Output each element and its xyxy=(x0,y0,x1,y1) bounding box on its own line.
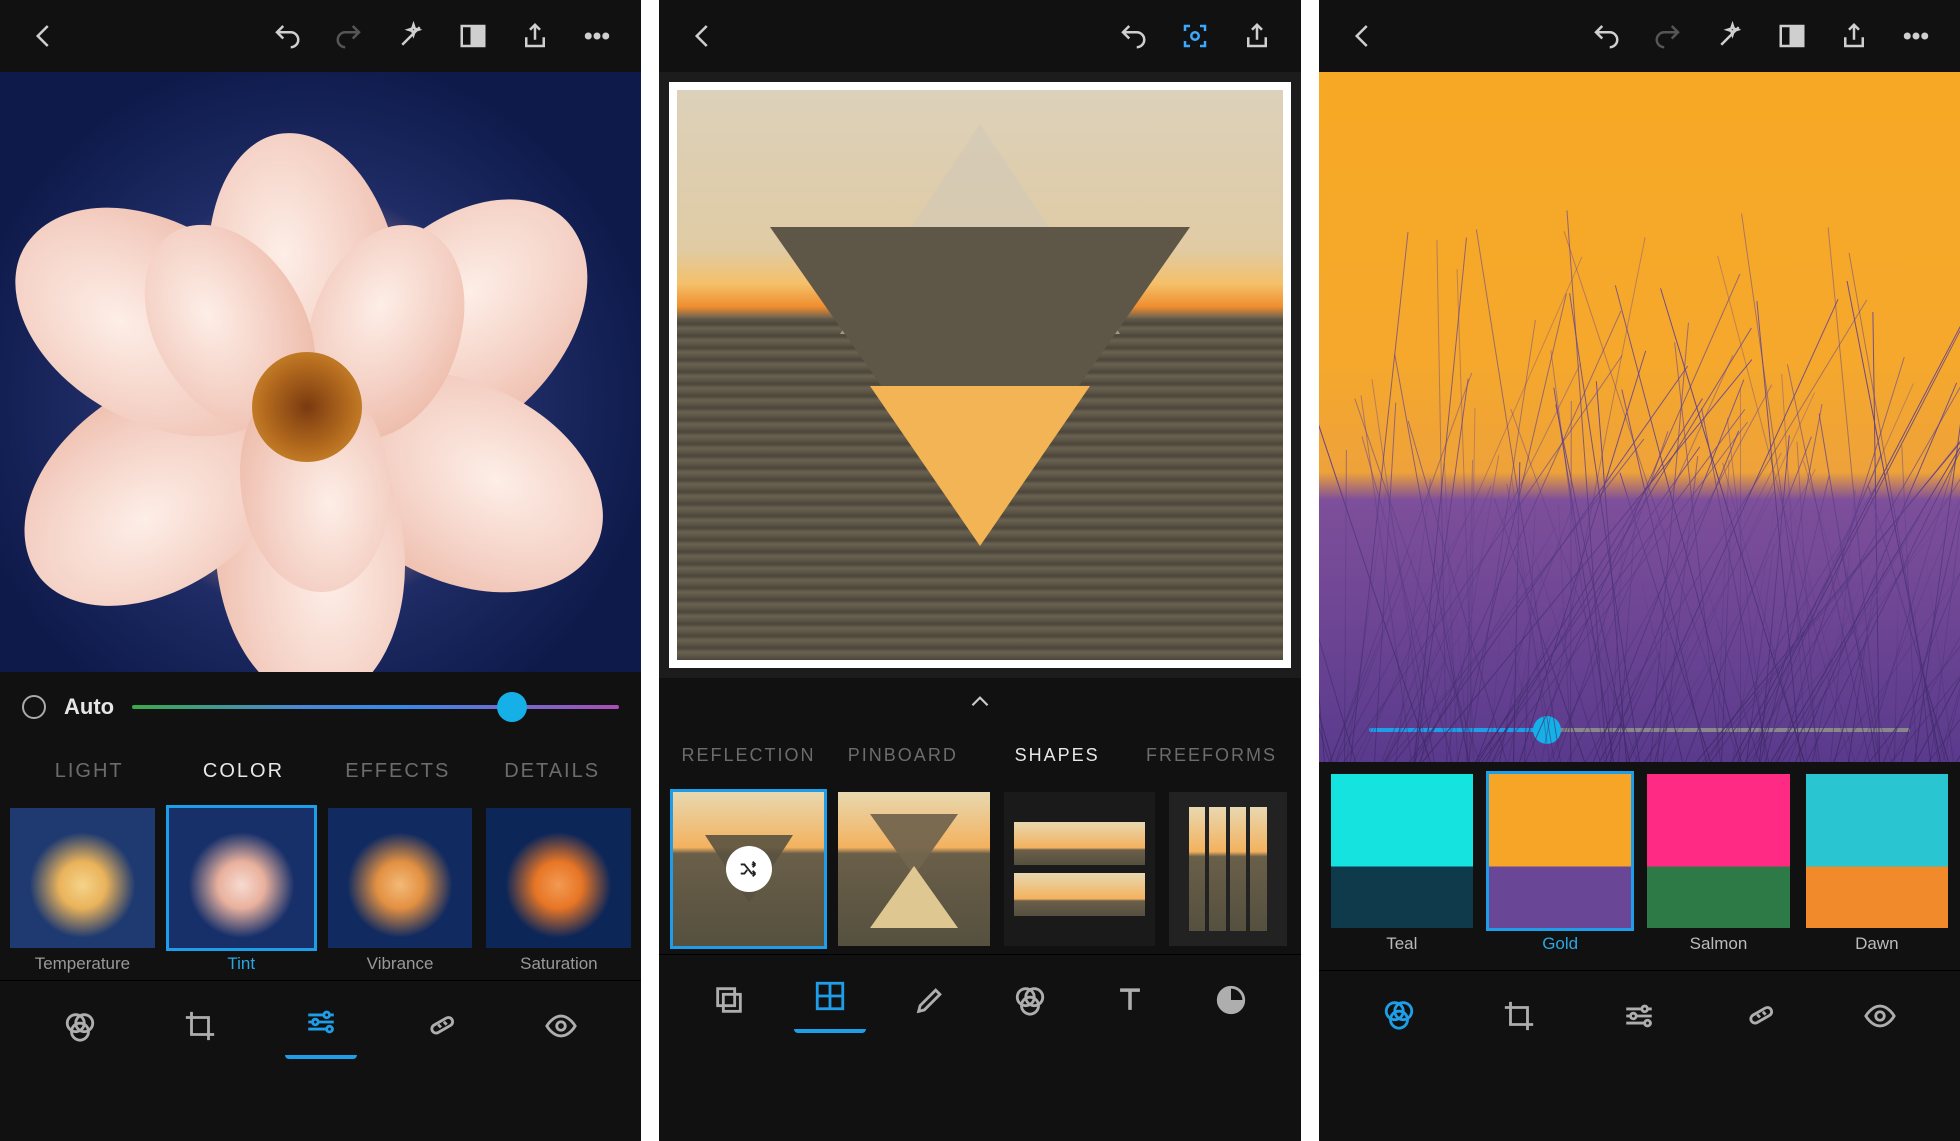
undo-button[interactable] xyxy=(1107,10,1159,62)
thumb-temperature[interactable] xyxy=(10,808,155,948)
tab-details[interactable]: DETAILS xyxy=(475,760,629,783)
thumb-vibrance[interactable] xyxy=(328,808,473,948)
share-button[interactable] xyxy=(1828,10,1880,62)
layers-button[interactable] xyxy=(693,967,765,1033)
magic-wand-button[interactable] xyxy=(385,10,437,62)
more-button[interactable] xyxy=(1890,10,1942,62)
tab-light[interactable]: LIGHT xyxy=(12,760,166,783)
back-button[interactable] xyxy=(18,10,70,62)
crop-button[interactable] xyxy=(164,993,236,1059)
panel-mixer: REFLECTION PINBOARD SHAPES FREEFORMS xyxy=(659,0,1300,1141)
topbar xyxy=(659,0,1300,72)
auto-toggle[interactable] xyxy=(22,695,46,719)
magic-wand-button[interactable] xyxy=(1704,10,1756,62)
adjust-tabs: LIGHT COLOR EFFECTS DETAILS xyxy=(0,742,641,800)
tab-pinboard[interactable]: PINBOARD xyxy=(826,745,980,766)
auto-label: Auto xyxy=(64,694,114,720)
back-button[interactable] xyxy=(1337,10,1389,62)
duotone-swatches: Teal Gold Salmon Dawn xyxy=(1319,762,1960,970)
undo-button[interactable] xyxy=(1580,10,1632,62)
mixer-canvas-wrap xyxy=(659,72,1300,678)
mixer-frame[interactable] xyxy=(669,82,1290,668)
shape-thumb-shuffle[interactable] xyxy=(673,792,824,946)
main-image[interactable] xyxy=(1319,72,1960,762)
share-button[interactable] xyxy=(509,10,561,62)
panel-duotone: Teal Gold Salmon Dawn xyxy=(1319,0,1960,1141)
auto-slider-row: Auto xyxy=(0,672,641,742)
tint-slider[interactable] xyxy=(132,705,619,709)
looks-button[interactable] xyxy=(1363,983,1435,1049)
thumb-tint[interactable] xyxy=(169,808,314,948)
looks-button[interactable] xyxy=(44,993,116,1059)
undo-button[interactable] xyxy=(261,10,313,62)
heal-button[interactable] xyxy=(1724,983,1796,1049)
tab-color[interactable]: COLOR xyxy=(166,760,320,783)
redo-button[interactable] xyxy=(323,10,375,62)
swatch-gold[interactable] xyxy=(1489,774,1631,928)
panel-color-adjust: Auto LIGHT COLOR EFFECTS DETAILS Tempera… xyxy=(0,0,641,1141)
tab-freeforms[interactable]: FREEFORMS xyxy=(1134,745,1288,766)
adjust-button[interactable] xyxy=(1603,983,1675,1049)
shape-thumbs xyxy=(659,784,1300,954)
color-thumbs: Temperature Tint Vibrance Saturation xyxy=(0,800,641,980)
crop-button[interactable] xyxy=(1483,983,1555,1049)
swatch-label: Salmon xyxy=(1690,934,1748,954)
thumb-label: Tint xyxy=(227,954,255,974)
slider-thumb[interactable] xyxy=(497,692,527,722)
tab-reflection[interactable]: REFLECTION xyxy=(671,745,825,766)
shuffle-icon xyxy=(726,846,772,892)
redo-button[interactable] xyxy=(1642,10,1694,62)
bottom-tools xyxy=(659,954,1300,1044)
thumb-saturation[interactable] xyxy=(486,808,631,948)
thumb-label: Temperature xyxy=(35,954,130,974)
shape-thumb-strips[interactable] xyxy=(1169,792,1287,946)
thumb-label: Vibrance xyxy=(367,954,434,974)
topbar xyxy=(1319,0,1960,72)
tab-shapes[interactable]: SHAPES xyxy=(980,745,1134,766)
topbar xyxy=(0,0,641,72)
redeye-button[interactable] xyxy=(525,993,597,1059)
thumb-label: Saturation xyxy=(520,954,598,974)
focus-frame-button[interactable] xyxy=(1169,10,1221,62)
compare-button[interactable] xyxy=(447,10,499,62)
swatch-label: Dawn xyxy=(1855,934,1898,954)
expand-toggle[interactable] xyxy=(659,678,1300,726)
redeye-button[interactable] xyxy=(1844,983,1916,1049)
fill-button[interactable] xyxy=(1195,967,1267,1033)
swatch-dawn[interactable] xyxy=(1806,774,1948,928)
bottom-tools xyxy=(0,980,641,1070)
swatch-label: Gold xyxy=(1542,934,1578,954)
mixer-tabs: REFLECTION PINBOARD SHAPES FREEFORMS xyxy=(659,726,1300,784)
draw-button[interactable] xyxy=(894,967,966,1033)
swatch-label: Teal xyxy=(1386,934,1417,954)
more-button[interactable] xyxy=(571,10,623,62)
heal-button[interactable] xyxy=(405,993,477,1059)
compare-button[interactable] xyxy=(1766,10,1818,62)
shape-thumb-triangles[interactable] xyxy=(838,792,989,946)
swatch-teal[interactable] xyxy=(1331,774,1473,928)
tab-effects[interactable]: EFFECTS xyxy=(321,760,475,783)
adjust-button[interactable] xyxy=(285,993,357,1059)
swatch-salmon[interactable] xyxy=(1647,774,1789,928)
layout-button[interactable] xyxy=(794,967,866,1033)
text-button[interactable] xyxy=(1094,967,1166,1033)
main-image[interactable] xyxy=(0,72,641,672)
looks-button[interactable] xyxy=(994,967,1066,1033)
back-button[interactable] xyxy=(677,10,729,62)
bottom-tools xyxy=(1319,970,1960,1060)
share-button[interactable] xyxy=(1231,10,1283,62)
shape-thumb-bars[interactable] xyxy=(1004,792,1155,946)
shape-triangle-small xyxy=(870,386,1090,546)
